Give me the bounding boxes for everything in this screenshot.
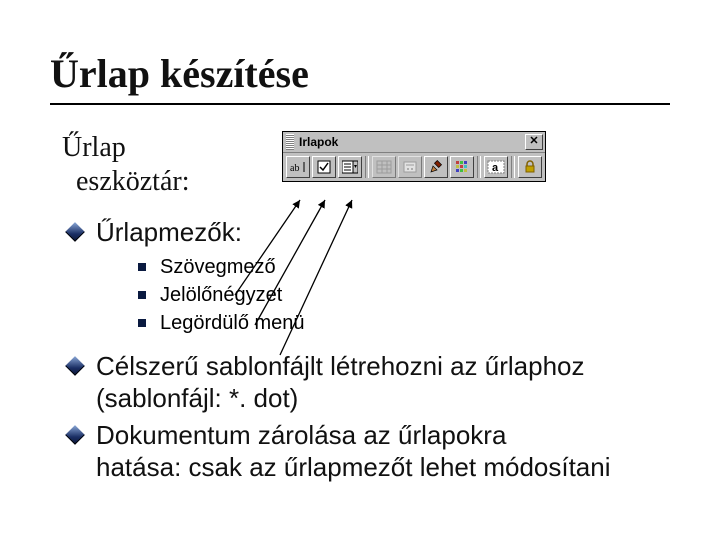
checkbox-icon[interactable] — [312, 156, 336, 178]
bullet-icon — [138, 291, 146, 299]
grid-icon[interactable] — [450, 156, 474, 178]
properties-icon[interactable] — [398, 156, 422, 178]
list-item: Jelölőnégyzet — [138, 283, 680, 308]
bullet-icon — [65, 356, 85, 376]
forms-toolbar: Irlapok ✕ ab — [282, 131, 546, 182]
bullet-icon — [138, 319, 146, 327]
lock-icon[interactable] — [518, 156, 542, 178]
toolbar-label: Űrlap eszköztár: — [62, 131, 252, 198]
bullet-icon — [65, 222, 85, 242]
shade-toggle-icon[interactable]: a — [484, 156, 508, 178]
lock-note: Dokumentum zárolása az űrlapokra hatása:… — [96, 419, 611, 484]
svg-text:a: a — [492, 162, 499, 174]
toolbar-grip-icon[interactable] — [286, 134, 294, 150]
bullet-icon — [65, 425, 85, 445]
table-icon[interactable] — [372, 156, 396, 178]
bullet-icon — [138, 263, 146, 271]
list-item: Szövegmező — [138, 255, 680, 280]
close-icon[interactable]: ✕ — [525, 134, 543, 150]
draw-icon[interactable] — [424, 156, 448, 178]
toolbar-title: Irlapok — [297, 135, 523, 149]
page-title: Űrlap készítése — [50, 50, 670, 105]
text-field-icon[interactable]: ab — [286, 156, 310, 178]
template-note: Célszerű sablonfájlt létrehozni az űrlap… — [96, 350, 585, 415]
fields-heading: Űrlapmezők: — [96, 216, 242, 249]
list-item: Legördülő menü — [138, 311, 680, 336]
dropdown-icon[interactable] — [338, 156, 362, 178]
svg-text:ab: ab — [290, 163, 299, 174]
